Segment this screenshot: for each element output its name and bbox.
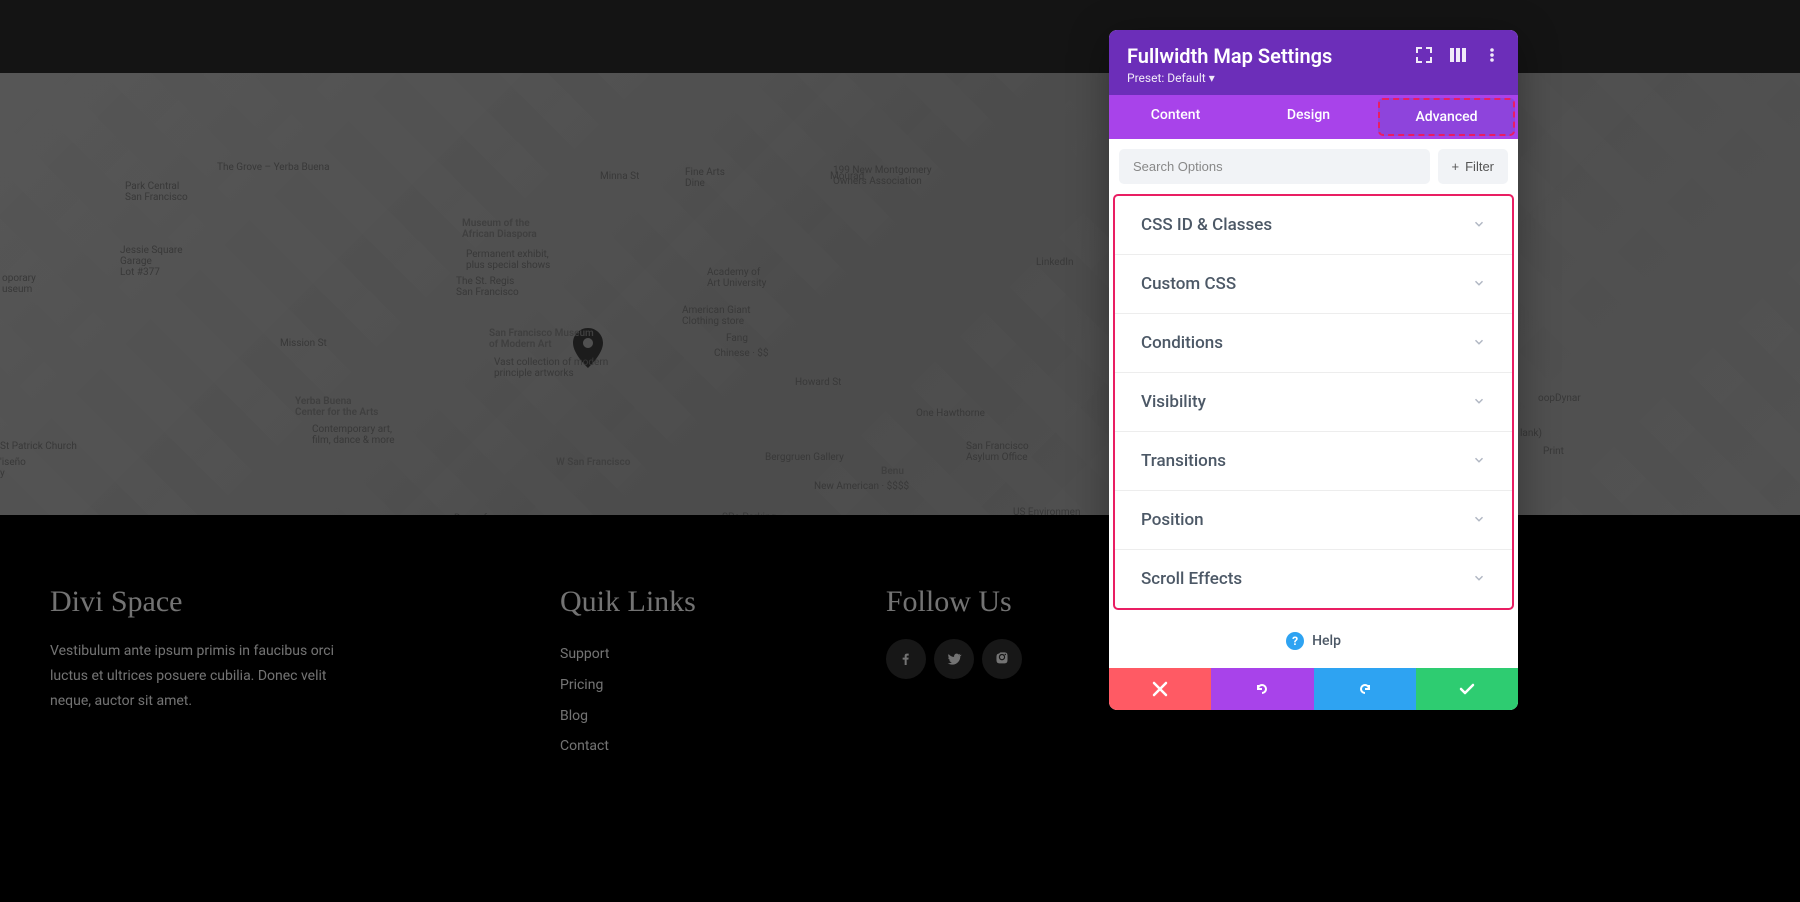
undo-button[interactable] — [1211, 668, 1313, 710]
chevron-down-icon — [1472, 570, 1486, 589]
check-icon — [1459, 681, 1475, 697]
close-icon — [1152, 681, 1168, 697]
option-scroll-effects[interactable]: Scroll Effects — [1115, 550, 1512, 608]
chevron-down-icon — [1472, 275, 1486, 294]
chevron-down-icon — [1472, 393, 1486, 412]
preset-label: Preset: — [1127, 71, 1164, 85]
caret-down-icon: ▾ — [1209, 71, 1215, 85]
help-label: Help — [1312, 633, 1341, 649]
option-label: Visibility — [1141, 392, 1206, 412]
chevron-down-icon — [1472, 511, 1486, 530]
option-label: Scroll Effects — [1141, 569, 1242, 589]
footer-overlay — [0, 515, 1800, 902]
map-section: Park Central San FranciscoJessie Square … — [0, 73, 1800, 515]
settings-panel: Fullwidth Map Settings Preset: Default ▾… — [1109, 30, 1518, 710]
help-row[interactable]: ? Help — [1109, 614, 1518, 668]
filter-label: Filter — [1465, 159, 1494, 174]
option-label: Transitions — [1141, 451, 1226, 471]
option-visibility[interactable]: Visibility — [1115, 373, 1512, 432]
chevron-down-icon — [1472, 216, 1486, 235]
option-label: CSS ID & Classes — [1141, 215, 1272, 235]
panel-tabs: Content Design Advanced — [1109, 95, 1518, 139]
filter-button[interactable]: + Filter — [1438, 149, 1508, 184]
action-bar — [1109, 668, 1518, 710]
help-icon: ? — [1286, 632, 1304, 650]
chevron-down-icon — [1472, 452, 1486, 471]
option-css-id-classes[interactable]: CSS ID & Classes — [1115, 196, 1512, 255]
top-overlay — [0, 0, 1800, 73]
panel-title: Fullwidth Map Settings — [1127, 44, 1332, 68]
tab-content[interactable]: Content — [1109, 95, 1242, 139]
tab-advanced[interactable]: Advanced — [1378, 98, 1515, 136]
tab-design[interactable]: Design — [1242, 95, 1375, 139]
option-transitions[interactable]: Transitions — [1115, 432, 1512, 491]
option-label: Position — [1141, 510, 1204, 530]
options-list: CSS ID & Classes Custom CSS Conditions V… — [1113, 194, 1514, 610]
chevron-down-icon — [1472, 334, 1486, 353]
preset-value: Default — [1167, 71, 1205, 85]
map-dark-overlay — [0, 73, 1800, 515]
plus-icon: + — [1452, 159, 1460, 174]
columns-icon[interactable] — [1450, 47, 1466, 63]
undo-icon — [1254, 681, 1270, 697]
search-row: + Filter — [1109, 139, 1518, 194]
expand-icon[interactable] — [1416, 47, 1432, 63]
search-input[interactable] — [1119, 149, 1430, 184]
close-button[interactable] — [1109, 668, 1211, 710]
redo-icon — [1357, 681, 1373, 697]
option-position[interactable]: Position — [1115, 491, 1512, 550]
option-conditions[interactable]: Conditions — [1115, 314, 1512, 373]
option-label: Custom CSS — [1141, 274, 1236, 294]
save-button[interactable] — [1416, 668, 1518, 710]
panel-header: Fullwidth Map Settings Preset: Default ▾ — [1109, 30, 1518, 95]
more-icon[interactable] — [1484, 47, 1500, 63]
redo-button[interactable] — [1314, 668, 1416, 710]
option-custom-css[interactable]: Custom CSS — [1115, 255, 1512, 314]
preset-selector[interactable]: Preset: Default ▾ — [1127, 71, 1500, 85]
option-label: Conditions — [1141, 333, 1223, 353]
